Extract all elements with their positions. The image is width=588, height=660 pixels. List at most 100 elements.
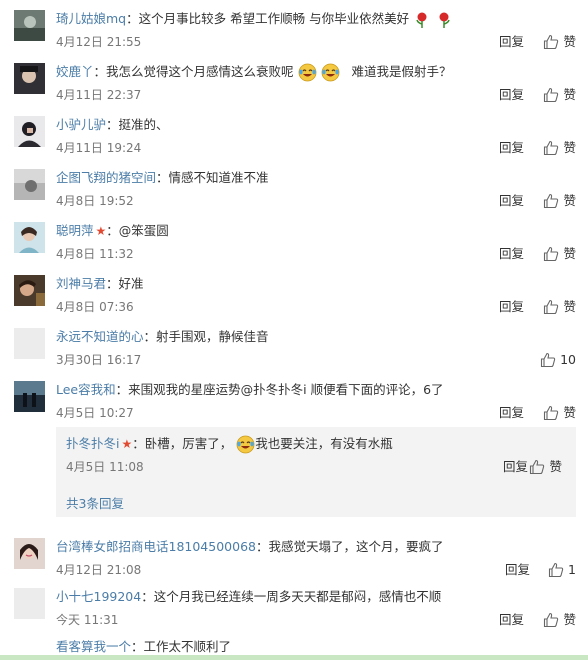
comment-item: 小十七199204：这个月我已经连续一周多天天都是郁闷，感情也不顺 今天 11:… [0,578,588,631]
like-button[interactable]: 赞 [529,458,562,476]
like-count: 10 [560,352,576,367]
reply-button[interactable]: 回复 [499,87,524,103]
username[interactable]: 台湾棒女郎招商电话18104500068 [56,539,256,554]
avatar[interactable] [14,275,45,306]
comment-text: 工作太不顺利了 [143,639,232,654]
timestamp: 4月8日 11:32 [56,247,134,261]
reply-thread: 扑冬扑冬i ★：卧槽，厉害了， 我也要关注，有没有水瓶 4月5日 11:08 回复… [56,427,576,517]
bottom-bar [0,655,588,660]
like-count: 赞 [563,246,576,261]
comment-item: 永远不知道的心：射手围观，静候佳音 3月30日 16:17 10 [0,318,588,371]
timestamp: 4月8日 19:52 [56,194,134,208]
avatar[interactable] [14,10,45,41]
comment-text: 我也要关注，有没有水瓶 [255,436,393,451]
like-button[interactable]: 赞 [543,33,576,51]
username[interactable]: 小驴儿驴 [56,117,106,132]
laugh-cry-icon [321,63,339,82]
like-button[interactable]: 赞 [543,245,576,263]
timestamp: 4月12日 21:08 [56,563,142,577]
comment-text: @笨蛋圆 [118,223,169,238]
comment-text: 这个月我已经连续一周多天天都是郁闷，感情也不顺 [153,589,442,604]
reply-button[interactable]: 回复 [499,193,524,209]
like-count: 赞 [563,193,576,208]
thumbs-up-icon [544,140,559,156]
like-button[interactable]: 赞 [543,298,576,316]
comment-text: 卧槽，厉害了， [144,436,233,451]
username[interactable]: 姣鹿丫 [56,64,94,79]
avatar[interactable] [14,116,45,147]
timestamp: 4月11日 19:24 [56,141,142,155]
like-count: 赞 [563,612,576,627]
timestamp: 4月5日 10:27 [56,406,134,420]
thumbs-up-icon [548,562,564,578]
username[interactable]: 聪明萍 [56,223,94,238]
like-button[interactable]: 1 [548,561,576,579]
like-button[interactable]: 赞 [543,611,576,629]
comment-text: 我感觉天塌了，这个月，要疯了 [268,539,444,554]
like-count: 1 [568,562,576,577]
avatar[interactable] [14,169,45,200]
like-count: 赞 [563,34,576,49]
like-button[interactable]: 赞 [543,139,576,157]
reply-button[interactable]: 回复 [499,246,524,262]
avatar[interactable] [14,381,45,412]
thumbs-up-icon [544,612,559,628]
comment-text: 难道我是假射手？ [351,64,452,79]
star-badge-icon: ★ [95,224,107,238]
reply-button[interactable]: 回复 [505,562,530,578]
timestamp: 4月11日 22:37 [56,88,142,102]
avatar[interactable] [14,588,45,619]
like-button[interactable]: 赞 [543,404,576,422]
laugh-cry-icon [298,63,316,82]
laugh-cry-icon [236,435,255,454]
comment-item: 小驴儿驴：挺准的、 4月11日 19:24 回复 赞 [0,106,588,159]
reply-button[interactable]: 回复 [499,299,524,315]
timestamp: 4月8日 07:36 [56,300,134,314]
like-count: 赞 [563,140,576,155]
comment-item: 刘神马君：好准 4月8日 07:36 回复 赞 [0,265,588,318]
like-count: 赞 [563,405,576,420]
thumbs-up-icon [544,34,559,50]
thumbs-up-icon [544,246,559,262]
thumbs-up-icon [544,87,559,103]
reply-button[interactable]: 回复 [503,459,528,475]
comment-text: 我怎么觉得这个月感情这么衰败呢 [106,64,294,79]
username[interactable]: 扑冬扑冬i [66,436,119,451]
like-count: 赞 [549,459,562,474]
comment-text: 这个月事比较多 希望工作顺畅 与你毕业依然美好 [138,11,410,26]
avatar[interactable] [14,63,45,94]
username[interactable]: 小十七199204 [56,589,141,604]
comment-item: Lee容我和：来围观我的星座运势@扑冬扑冬i 顺便看下面的评论，6了 4月5日 … [0,371,588,520]
username[interactable]: 刘神马君 [56,276,106,291]
avatar[interactable] [14,328,45,359]
like-button[interactable]: 10 [540,351,576,369]
comment-text: 来围观我的星座运势@扑冬扑冬i 顺便看下面的评论，6了 [128,382,444,397]
thumbs-up-icon [530,459,545,475]
comment-item: 台湾棒女郎招商电话18104500068：我感觉天塌了，这个月，要疯了 4月12… [0,528,588,581]
reply-button[interactable]: 回复 [499,612,524,628]
username[interactable]: 琦儿姑娘mq [56,11,126,26]
comment-text: 情感不知道准不准 [168,170,269,185]
username[interactable]: 永远不知道的心 [56,329,144,344]
view-more-replies-link[interactable]: 共3条回复 [66,493,124,512]
thumbs-up-icon [541,352,556,368]
username[interactable]: 看客算我一个 [56,639,131,654]
username[interactable]: Lee容我和 [56,382,116,397]
avatar[interactable] [14,222,45,253]
timestamp: 4月5日 11:08 [66,460,144,474]
like-button[interactable]: 赞 [543,192,576,210]
like-count: 赞 [563,87,576,102]
reply-button[interactable]: 回复 [499,140,524,156]
like-button[interactable]: 赞 [543,86,576,104]
username[interactable]: 企图飞翔的猪空间 [56,170,156,185]
comment-text: 射手围观，静候佳音 [156,329,269,344]
comment-item: 聪明萍 ★：@笨蛋圆 4月8日 11:32 回复 赞 [0,212,588,265]
like-count: 赞 [563,299,576,314]
reply-button[interactable]: 回复 [499,405,524,421]
thumbs-up-icon [544,299,559,315]
comment-item: 企图飞翔的猪空间：情感不知道准不准 4月8日 19:52 回复 赞 [0,159,588,212]
star-badge-icon: ★ [121,437,133,451]
reply-button[interactable]: 回复 [499,34,524,50]
thumbs-up-icon [544,405,559,421]
avatar[interactable] [14,538,45,569]
